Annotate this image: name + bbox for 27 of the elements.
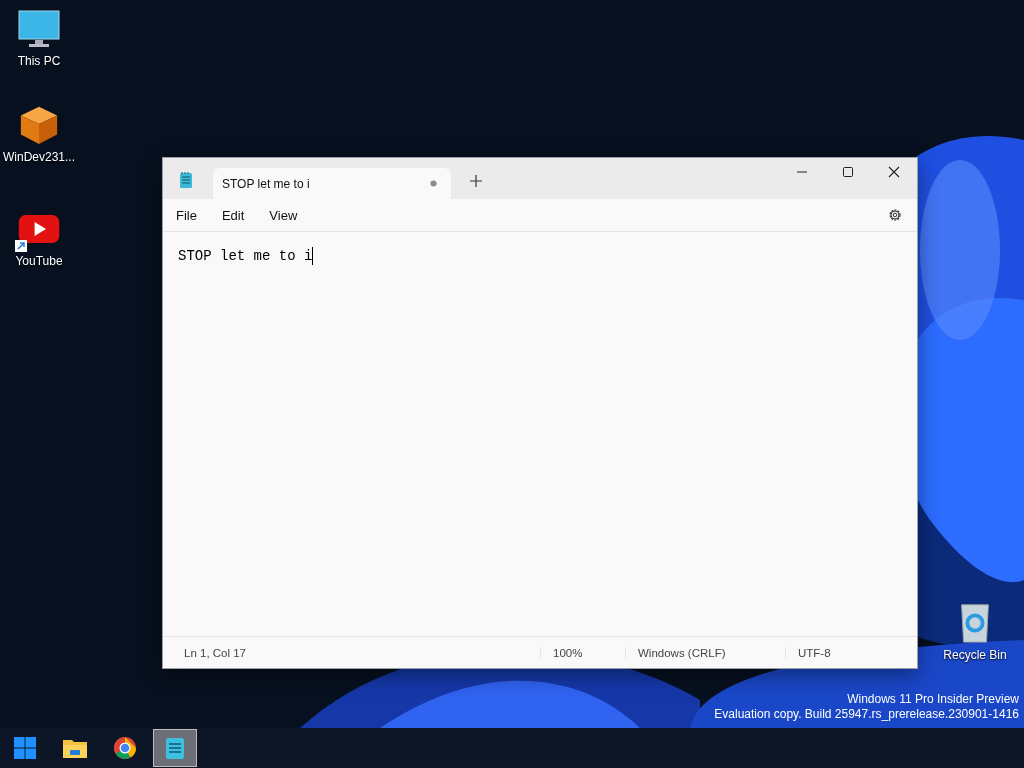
windows-logo-icon <box>14 737 36 759</box>
menu-item[interactable]: Edit <box>213 203 253 227</box>
folder-icon <box>62 737 88 759</box>
desktop-icon-label[interactable]: YouTube <box>15 254 63 268</box>
notepad-icon <box>165 736 185 760</box>
text-editor[interactable]: STOP let me to i <box>163 232 917 636</box>
document-text: STOP let me to i <box>178 247 313 265</box>
text-caret <box>312 247 314 265</box>
close-icon <box>888 166 900 178</box>
desktop-icon-label[interactable]: WinDev231... <box>3 150 75 164</box>
status-bar-item: 100% <box>540 646 625 659</box>
desktop-icon-label[interactable]: This PC <box>17 54 61 68</box>
notepad-icon <box>179 171 193 189</box>
plus-icon <box>470 175 482 187</box>
menu-item[interactable]: File <box>168 203 205 227</box>
status-bar-item: Ln 1, Col 17 <box>183 646 247 659</box>
monitor-icon[interactable] <box>17 8 61 50</box>
status-bar-item: UTF-8 <box>785 646 917 659</box>
browser-icon <box>113 736 137 760</box>
build-watermark-text: Evaluation copy. Build 25947.rs_prerelease.230901-1416 <box>714 707 1019 722</box>
build-watermark-text: Windows 11 Pro Insider Preview <box>847 692 1019 707</box>
document-tab[interactable]: STOP let me to i <box>213 168 451 199</box>
status-bar-item: Windows (CRLF) <box>625 646 785 659</box>
desktop-icon-label[interactable]: Recycle Bin <box>943 648 1007 662</box>
settings-icon[interactable] <box>887 207 903 223</box>
menu-item[interactable]: View <box>261 203 306 227</box>
maximize-icon <box>842 166 854 178</box>
